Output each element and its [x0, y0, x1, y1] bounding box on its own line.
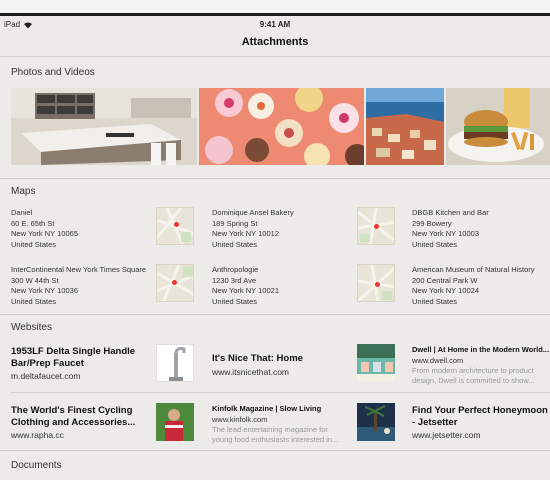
- website-title: Dwell | At Home in the Modern World...: [412, 345, 550, 354]
- photo-burger[interactable]: [446, 88, 550, 165]
- map-thumbnail[interactable]: [357, 207, 395, 245]
- status-bar: iPad 9:41 AM: [0, 18, 550, 32]
- section-header-photos: Photos and Videos: [11, 67, 95, 78]
- map-thumbnail[interactable]: [156, 207, 194, 245]
- website-url: www.itsnicethat.com: [212, 367, 289, 377]
- photo-strip: [11, 88, 550, 165]
- map-item-amnh[interactable]: American Museum of Natural History 200 Ce…: [412, 265, 535, 307]
- divider: [0, 450, 550, 451]
- section-header-maps: Maps: [11, 186, 36, 197]
- photo-harbor[interactable]: [366, 88, 444, 165]
- map-item-intercontinental[interactable]: InterContinental New York Times Square 30…: [11, 265, 146, 307]
- website-url: m.deltafaucet.com: [11, 371, 81, 381]
- website-url: www.dwell.com: [412, 356, 464, 365]
- top-bezel: [0, 0, 550, 16]
- map-pin-icon: [374, 224, 379, 229]
- map-item-dbgb[interactable]: DBGB Kitchen and Bar 299 Bowery New York N…: [412, 208, 489, 250]
- divider: [11, 392, 550, 393]
- website-thumbnail[interactable]: [156, 403, 194, 441]
- divider: [0, 178, 550, 179]
- website-url: www.kinfolk.com: [212, 415, 268, 424]
- map-item-anthropologie[interactable]: Anthropologie 1230 3rd Ave New York NY 100…: [212, 265, 279, 307]
- section-header-documents: Documents: [11, 460, 62, 471]
- website-title: Kinfolk Magazine | Slow Living: [212, 404, 322, 413]
- map-thumbnail[interactable]: [156, 264, 194, 302]
- section-header-websites: Websites: [11, 322, 52, 333]
- website-description: The lead entertaining magazine for young …: [212, 425, 339, 444]
- website-url: www.jetsetter.com: [412, 430, 481, 440]
- website-title: The World's Finest Cycling Clothing and A…: [11, 405, 136, 428]
- website-title: 1953LF Delta Single Handle Bar/Prep Fauce…: [11, 346, 136, 369]
- photo-kitchen[interactable]: [11, 88, 197, 165]
- map-item-daniel[interactable]: Daniel 60 E. 65th St New York NY 10065 Unit…: [11, 208, 78, 250]
- website-description: From modern architecture to product desig…: [412, 366, 535, 385]
- website-url: www.rapha.cc: [11, 430, 64, 440]
- website-thumbnail[interactable]: [357, 403, 395, 441]
- map-thumbnail[interactable]: [357, 264, 395, 302]
- website-thumbnail[interactable]: [156, 344, 194, 382]
- website-thumbnail[interactable]: [357, 344, 395, 382]
- map-pin-icon: [174, 222, 179, 227]
- website-title: It's Nice That: Home: [212, 353, 303, 364]
- map-pin-icon: [375, 282, 380, 287]
- divider: [0, 314, 550, 315]
- map-pin-icon: [172, 280, 177, 285]
- divider: [0, 56, 550, 57]
- website-title: Find Your Perfect Honeymoon - Jetsetter: [412, 405, 548, 428]
- map-item-dominique-ansel[interactable]: Dominique Ansel Bakery 189 Spring St New Y…: [212, 208, 294, 250]
- status-time: 9:41 AM: [259, 20, 291, 29]
- page-title: Attachments: [241, 36, 309, 48]
- photo-cupcakes[interactable]: [199, 88, 364, 165]
